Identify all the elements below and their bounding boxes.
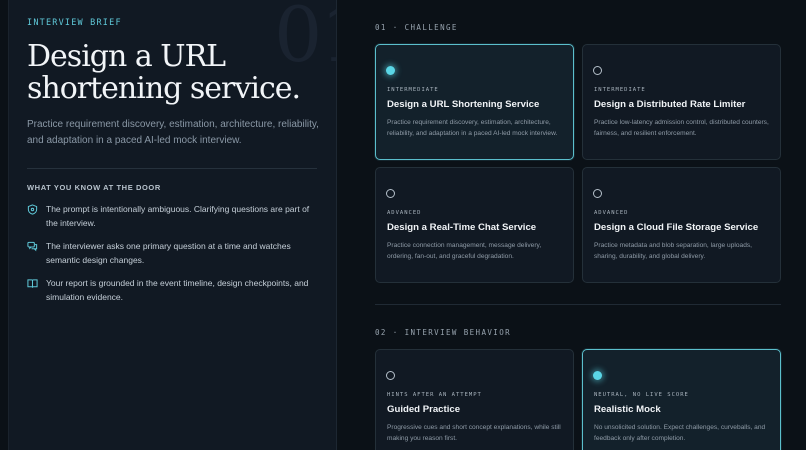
know-list: The prompt is intentionally ambiguous. C…	[27, 203, 317, 314]
divider	[375, 304, 781, 305]
behavior-card-realistic-mock[interactable]: NEUTRAL, NO LIVE SCORE Realistic Mock No…	[582, 349, 781, 450]
interview-brief-panel: 01 INTERVIEW BRIEF Design a URL shorteni…	[8, 0, 337, 450]
know-title: WHAT YOU KNOW AT THE DOOR	[27, 183, 161, 192]
card-title: Guided Practice	[387, 404, 461, 415]
section-label-challenge: 01 · CHALLENGE	[375, 23, 458, 32]
card-title: Design a URL Shortening Service	[387, 99, 540, 110]
card-title: Realistic Mock	[594, 404, 661, 415]
list-item-text: Your report is grounded in the event tim…	[46, 278, 309, 302]
difficulty-badge: INTERMEDIATE	[594, 87, 646, 93]
card-description: Practice connection management, message …	[387, 242, 542, 260]
card-description: Practice metadata and blob separation, l…	[594, 242, 752, 260]
challenge-card-file-storage[interactable]: ADVANCED Design a Cloud File Storage Ser…	[582, 167, 781, 283]
card-description: Progressive cues and short concept expla…	[387, 424, 561, 442]
list-item: The interviewer asks one primary questio…	[27, 240, 317, 267]
behavior-card-guided-practice[interactable]: HINTS AFTER AN ATTEMPT Guided Practice P…	[375, 349, 574, 450]
difficulty-badge: ADVANCED	[594, 210, 629, 216]
book-icon	[27, 279, 38, 288]
radio[interactable]	[593, 66, 602, 75]
challenge-card-url-shortener[interactable]: INTERMEDIATE Design a URL Shortening Ser…	[375, 44, 574, 160]
challenge-card-chat-service[interactable]: ADVANCED Design a Real-Time Chat Service…	[375, 167, 574, 283]
list-item: Your report is grounded in the event tim…	[27, 277, 317, 304]
radio-selected[interactable]	[386, 66, 395, 75]
card-description: Practice low-latency admission control, …	[594, 119, 769, 137]
difficulty-badge: ADVANCED	[387, 210, 422, 216]
behavior-badge: HINTS AFTER AN ATTEMPT	[387, 392, 482, 398]
shield-icon	[27, 204, 38, 215]
list-item-text: The interviewer asks one primary questio…	[46, 241, 291, 265]
card-description: No unsolicited solution. Expect challeng…	[594, 424, 766, 442]
radio[interactable]	[386, 371, 395, 380]
radio[interactable]	[593, 189, 602, 198]
challenge-card-rate-limiter[interactable]: INTERMEDIATE Design a Distributed Rate L…	[582, 44, 781, 160]
card-description: Practice requirement discovery, estimati…	[387, 119, 558, 137]
list-item: The prompt is intentionally ambiguous. C…	[27, 203, 317, 230]
radio[interactable]	[386, 189, 395, 198]
chat-icon	[27, 241, 38, 252]
card-title: Design a Distributed Rate Limiter	[594, 99, 746, 110]
page-title: Design a URL shortening service.	[27, 39, 301, 106]
difficulty-badge: INTERMEDIATE	[387, 87, 439, 93]
card-title: Design a Real-Time Chat Service	[387, 222, 537, 233]
divider	[27, 168, 317, 169]
brief-description: Practice requirement discovery, estimati…	[27, 119, 319, 146]
card-title: Design a Cloud File Storage Service	[594, 222, 759, 233]
brief-eyebrow: INTERVIEW BRIEF	[27, 18, 122, 28]
behavior-badge: NEUTRAL, NO LIVE SCORE	[594, 392, 689, 398]
radio-selected[interactable]	[593, 371, 602, 380]
list-item-text: The prompt is intentionally ambiguous. C…	[46, 204, 310, 228]
section-label-behavior: 02 · INTERVIEW BEHAVIOR	[375, 328, 512, 337]
